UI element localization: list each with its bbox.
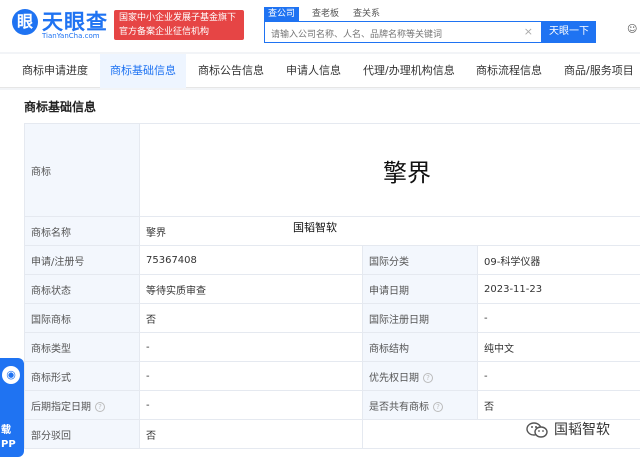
intl-reg-date-value: -: [476, 303, 640, 333]
table-row: 商标 擎界: [24, 123, 640, 217]
help-icon[interactable]: ?: [433, 401, 443, 412]
logo-subtitle: TianYanCha.com: [42, 32, 100, 40]
apply-date-label: 申请日期: [362, 274, 478, 304]
wechat-icon: [526, 421, 548, 439]
form-value: -: [139, 361, 363, 391]
intl-mark-label: 国际商标: [24, 303, 140, 333]
search-button[interactable]: 天眼一下: [542, 21, 596, 43]
trademark-label: 商标: [24, 123, 140, 217]
apply-date-value: 2023-11-23: [476, 274, 640, 304]
partial-reject-value: 否: [139, 419, 363, 449]
nav-goods-services[interactable]: 商品/服务项目: [554, 54, 640, 88]
search-box: ×: [264, 21, 542, 45]
shared-label: 是否共有商标: [369, 401, 429, 413]
tab-company[interactable]: 查公司: [264, 7, 300, 21]
gov-badge: 国家中小企业发展子基金旗下 官方备案企业征信机构: [114, 10, 244, 40]
user-menu-icon[interactable]: ☺: [627, 24, 637, 35]
name-value: 擎界: [138, 216, 640, 246]
intl-reg-date-label: 国际注册日期: [362, 303, 478, 333]
later-date-label: 后期指定日期: [31, 401, 91, 413]
gov-badge-line2: 官方备案企业征信机构: [119, 27, 210, 37]
status-label: 商标状态: [24, 274, 140, 304]
table-row: 国际商标 否 国际注册日期 -: [24, 303, 640, 333]
table-row: 商标状态 等待实质审查 申请日期 2023-11-23: [24, 274, 640, 304]
form-label: 商标形式: [24, 361, 140, 391]
app-download-text: 载 PP: [1, 424, 16, 452]
basic-info-card: 商标基础信息 商标 擎界 商标名称 擎界 申请/注册号 75367408 国际分…: [0, 90, 640, 457]
nav-announcement[interactable]: 商标公告信息: [188, 54, 274, 88]
table-row: 商标类型 - 商标结构 纯中文: [24, 332, 640, 362]
trademark-image-text: 擎界: [383, 158, 432, 187]
app-download-widget[interactable]: ◉ 载 PP: [0, 358, 24, 457]
priority-date-cell: 优先权日期?: [362, 361, 478, 391]
type-value: -: [139, 332, 363, 362]
structure-label: 商标结构: [362, 332, 478, 362]
section-title: 商标基础信息: [24, 100, 97, 114]
search-input[interactable]: [265, 25, 515, 45]
status-value: 等待实质审查: [139, 274, 363, 304]
robot-icon: ◉: [2, 366, 20, 384]
app-download-line1: 载: [1, 425, 11, 436]
help-icon[interactable]: ?: [423, 372, 433, 383]
app-download-line2: PP: [1, 439, 16, 450]
trademark-image[interactable]: 擎界: [138, 123, 640, 217]
table-row: 后期指定日期? - 是否共有商标? 否: [24, 390, 640, 420]
later-date-cell: 后期指定日期?: [24, 390, 140, 420]
name-label: 商标名称: [24, 216, 140, 246]
wechat-account-name: 国韬智软: [554, 422, 610, 438]
nav-process[interactable]: 商标流程信息: [466, 54, 552, 88]
type-label: 商标类型: [24, 332, 140, 362]
info-table: 商标 擎界 商标名称 擎界 申请/注册号 75367408 国际分类 09-科学…: [24, 123, 640, 449]
priority-date-label: 优先权日期: [369, 372, 419, 384]
help-icon[interactable]: ?: [95, 401, 105, 412]
table-row: 申请/注册号 75367408 国际分类 09-科学仪器: [24, 245, 640, 275]
partial-reject-label: 部分驳回: [24, 419, 140, 449]
tab-relation[interactable]: 查关系: [353, 7, 380, 21]
nav-basic-info[interactable]: 商标基础信息: [100, 54, 186, 88]
shared-value: 否: [476, 390, 640, 420]
reg-no-label: 申请/注册号: [24, 245, 140, 275]
nav-agency[interactable]: 代理/办理机构信息: [353, 54, 465, 88]
table-row: 商标形式 - 优先权日期? -: [24, 361, 640, 391]
priority-date-value: -: [476, 361, 640, 391]
intl-mark-value: 否: [139, 303, 363, 333]
clear-icon[interactable]: ×: [524, 25, 533, 38]
nav-apply-progress[interactable]: 商标申请进度: [12, 54, 98, 88]
intl-class-value: 09-科学仪器: [476, 245, 640, 275]
site-header: 眼 天眼查 TianYanCha.com 国家中小企业发展子基金旗下 官方备案企…: [0, 0, 640, 52]
tab-boss[interactable]: 查老板: [312, 7, 339, 21]
tianyancha-logo-icon[interactable]: 眼: [12, 9, 38, 35]
nav-applicant[interactable]: 申请人信息: [276, 54, 351, 88]
trademark-nav: 商标申请进度 商标基础信息 商标公告信息 申请人信息 代理/办理机构信息 商标流…: [0, 54, 640, 88]
shared-cell: 是否共有商标?: [362, 390, 478, 420]
watermark-text: 国韬智软: [293, 221, 337, 234]
intl-class-label: 国际分类: [362, 245, 478, 275]
gov-badge-line1: 国家中小企业发展子基金旗下: [119, 13, 237, 23]
reg-no-value: 75367408: [139, 245, 363, 275]
later-date-value: -: [139, 390, 363, 420]
structure-value: 纯中文: [476, 332, 640, 362]
